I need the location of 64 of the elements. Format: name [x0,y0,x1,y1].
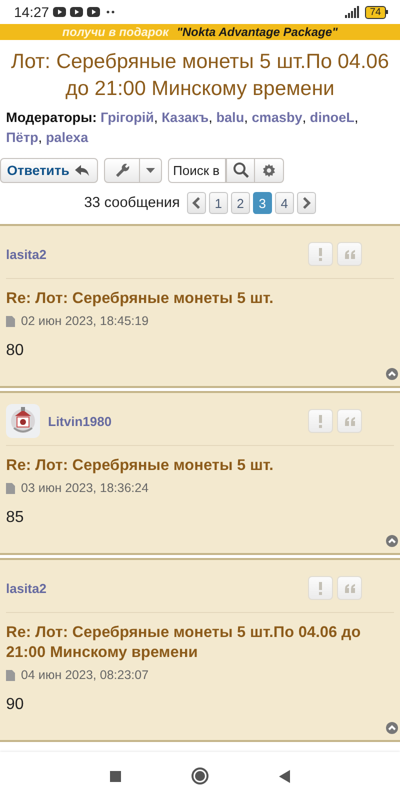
video-app-icon [70,7,84,17]
back-to-top-icon[interactable] [386,535,398,547]
quote-icon [344,416,356,426]
previous-page-button[interactable] [186,192,206,214]
back-to-top-icon[interactable] [386,368,398,380]
topic-title: Лот: Серебряные монеты 5 шт.По 04.06 до 21:00 Минскому времени [10,49,390,102]
page-button[interactable]: 4 [274,192,294,214]
search-icon [232,162,248,178]
post-date: 03 июн 2023, 18:36:24 [21,481,149,495]
post-date: 04 июн 2023, 08:23:07 [21,668,149,682]
search-button[interactable] [226,158,255,182]
video-app-icon [53,7,66,17]
caret-icon [146,168,155,172]
advanced-search-button[interactable] [255,158,284,182]
home-icon[interactable] [191,767,209,785]
settings-icon [261,162,277,178]
author-link[interactable]: Litvin1980 [48,414,300,428]
author-link[interactable]: lasita2 [6,246,300,262]
wrench-icon [114,162,130,178]
reply-arrow-icon [74,164,90,176]
battery-level: 74 [364,6,386,18]
page-button[interactable]: 3 [252,192,272,214]
moderator-link[interactable]: Грігорій [100,110,154,125]
post-body: 90 [6,696,25,714]
moderators-line: Модераторы: Грігорій, Казакъ, balu, cmasby, dinoeL, Пётр, palexa [6,109,360,147]
dropdown-button[interactable] [140,158,162,182]
signal-icon [344,6,359,18]
reply-button[interactable]: Ответить [0,158,98,182]
page-button[interactable]: 1 [208,192,228,214]
exclamation-icon [318,414,323,428]
moderator-link[interactable]: Пётр [6,130,38,145]
chevron-right-icon [302,197,311,209]
post-count: 33 сообщения [84,195,180,211]
post-subject[interactable]: Re: Лот: Серебряные монеты 5 шт.По 04.06 до 21:00 Минскому времени [6,623,394,663]
video-app-icon [87,7,100,17]
moderator-link[interactable]: balu [216,110,244,125]
exclamation-icon [318,248,323,260]
promo-product[interactable]: "Nokta Advantage Package" [176,25,338,39]
more-notifications-icon [106,8,116,16]
tools-button[interactable] [104,158,140,182]
back-to-top-icon[interactable] [386,722,398,734]
post-date: 02 июн 2023, 18:45:19 [21,314,149,328]
moderator-link[interactable]: palexa [46,130,88,145]
recents-icon[interactable] [110,770,121,782]
moderator-link[interactable]: cmasby [252,110,302,125]
document-icon [6,482,15,494]
post-subject[interactable]: Re: Лот: Серебряные монеты 5 шт. [6,456,394,476]
author-link[interactable]: lasita2 [6,580,300,596]
next-page-button[interactable] [296,192,316,214]
document-icon [6,316,15,326]
chevron-left-icon [192,197,201,209]
post-subject[interactable]: Re: Лот: Серебряные монеты 5 шт. [6,289,394,309]
moderator-link[interactable]: dinoeL [310,110,354,125]
page-button[interactable]: 2 [230,192,250,214]
search-field[interactable]: Поиск в [168,158,226,182]
exclamation-icon [318,582,323,594]
back-icon[interactable] [279,770,290,782]
quote-icon [344,250,356,258]
document-icon [6,670,15,680]
post-body: 80 [6,342,25,360]
post-body: 85 [6,509,25,527]
quote-icon [344,584,356,592]
clock: 14:27 [14,4,50,20]
moderator-link[interactable]: Казакъ [162,110,209,125]
